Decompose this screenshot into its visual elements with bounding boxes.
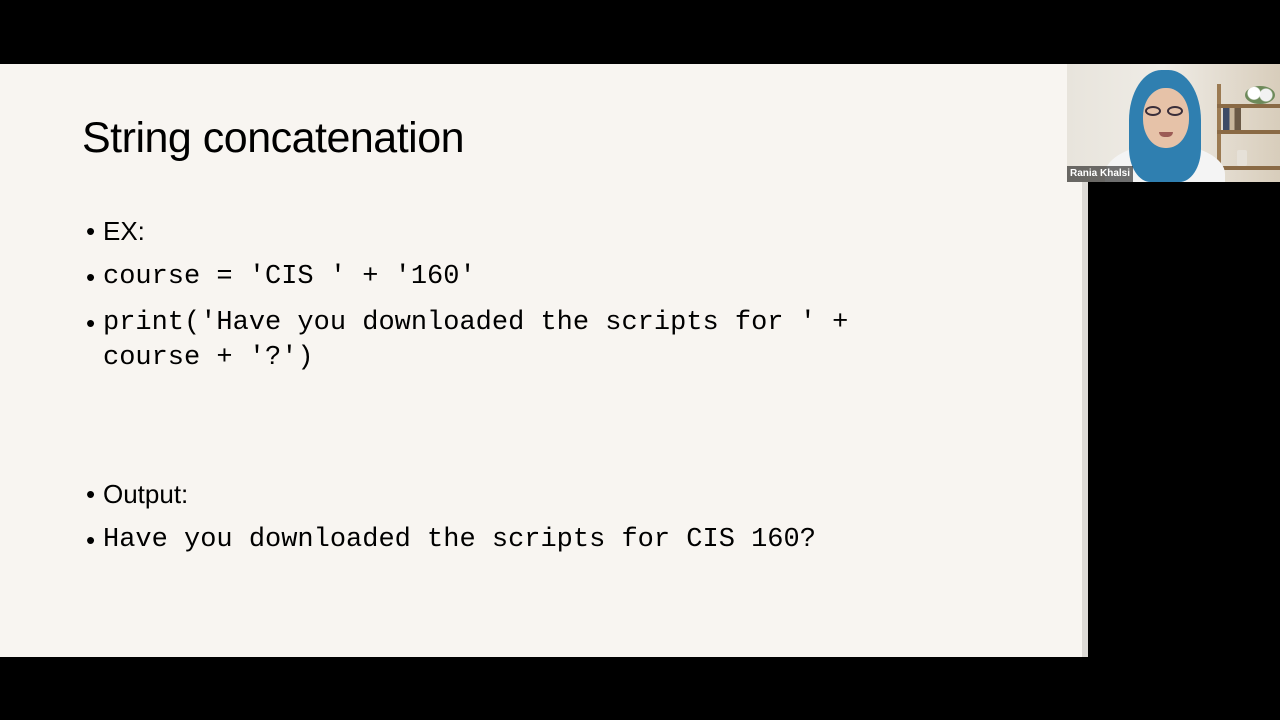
- bullet-output-text: • Have you downloaded the scripts for CI…: [86, 523, 816, 558]
- books-image: [1223, 108, 1249, 130]
- slide-edge-divider: [1082, 180, 1088, 657]
- bullet-icon: •: [86, 479, 96, 509]
- bullet-example-label: • EX:: [86, 214, 145, 248]
- bullet-code-assignment: • course = 'CIS ' + '160': [86, 260, 476, 295]
- participant-face: [1143, 88, 1189, 148]
- participant-name-label: Rania Khalsi: [1067, 166, 1134, 182]
- bullet-icon: •: [86, 262, 96, 292]
- meeting-stage: String concatenation • EX: • course = 'C…: [0, 0, 1280, 720]
- shelf-board: [1217, 130, 1280, 134]
- bullet-icon: •: [86, 216, 96, 246]
- slide-title: String concatenation: [82, 114, 465, 162]
- bullet-text: EX:: [103, 216, 145, 246]
- bullet-code: print('Have you downloaded the scripts f…: [103, 308, 849, 373]
- participant-video-tile[interactable]: Rania Khalsi: [1067, 64, 1280, 182]
- bullet-code-print: • print('Have you downloaded the scripts…: [86, 306, 848, 376]
- vase-image: [1237, 150, 1247, 166]
- shared-slide: String concatenation • EX: • course = 'C…: [0, 64, 1086, 657]
- bullet-text: Output:: [103, 479, 189, 509]
- bullet-output-label: • Output:: [86, 477, 188, 511]
- flowers-image: [1245, 86, 1275, 104]
- bullet-icon: •: [86, 308, 96, 338]
- bullet-code: Have you downloaded the scripts for CIS …: [103, 525, 816, 555]
- bullet-icon: •: [86, 525, 96, 555]
- glasses-image: [1145, 106, 1187, 116]
- shelf-board: [1217, 166, 1280, 170]
- bullet-code: course = 'CIS ' + '160': [103, 262, 476, 292]
